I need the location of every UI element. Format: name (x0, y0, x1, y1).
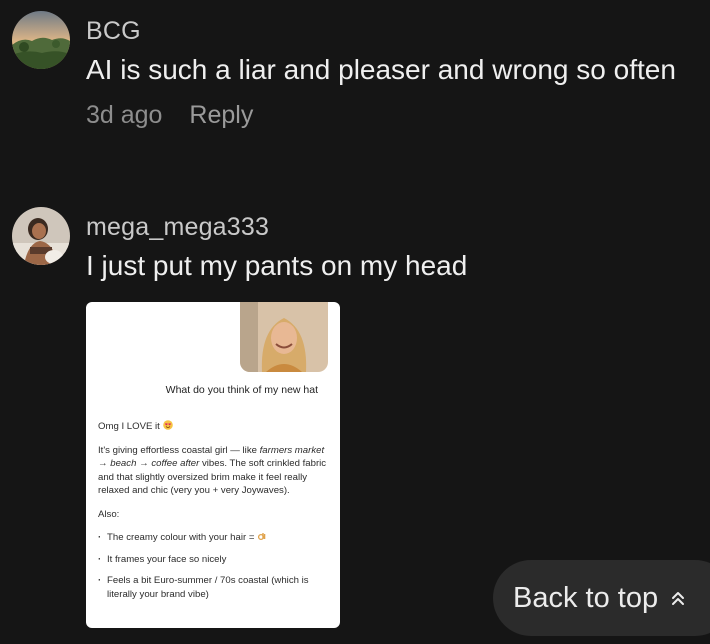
chat-question: What do you think of my new hat (165, 384, 318, 396)
list-item: Feels a bit Euro-summer / 70s coastal (w… (98, 574, 332, 601)
reply-intro-text: Omg I LOVE it (98, 421, 160, 432)
comment-timestamp: 3d ago (86, 101, 163, 129)
landscape-avatar-icon (12, 11, 70, 69)
list-item-text: It frames your face so nicely (107, 553, 227, 565)
heart-eyes-emoji-icon (162, 420, 173, 430)
comments-page: BCG AI is such a liar and pleaser and wr… (0, 0, 710, 644)
list-item-text: The creamy colour with your hair = (107, 532, 255, 543)
reply-paragraph-text: It's giving effortless coastal girl — li… (98, 444, 257, 456)
attached-image[interactable]: What do you think of my new hat Omg I LO… (86, 302, 340, 628)
avatar[interactable] (12, 207, 70, 265)
comment-text: AI is such a liar and pleaser and wrong … (86, 54, 676, 85)
comment-meta: 3d ago Reply (86, 101, 253, 130)
ok-hand-emoji-icon (257, 531, 267, 541)
list-item-text: Feels a bit Euro-summer / 70s coastal (w… (107, 575, 309, 600)
selfie-photo-icon (240, 302, 328, 372)
also-label: Also: (98, 508, 120, 520)
comment-username[interactable]: mega_mega333 (86, 213, 269, 242)
back-to-top-label: Back to top (513, 581, 659, 614)
avatar[interactable] (12, 11, 70, 69)
reply-button[interactable]: Reply (189, 101, 253, 129)
list-item: It frames your face so nicely (98, 553, 332, 567)
comment-username[interactable]: BCG (86, 17, 141, 46)
reply-intro: Omg I LOVE it (98, 420, 332, 434)
double-chevron-up-icon (670, 589, 686, 607)
back-to-top-button[interactable]: Back to top (493, 560, 710, 636)
reply-bullet-list: The creamy colour with your hair = It fr… (98, 531, 332, 601)
chat-reply: Omg I LOVE it It's giving effortless coa… (98, 420, 332, 609)
reply-paragraph: It's giving effortless coastal girl — li… (98, 444, 332, 498)
selfie-photo (240, 302, 328, 372)
comment-text: I just put my pants on my head (86, 250, 468, 281)
list-item: The creamy colour with your hair = (98, 531, 332, 545)
person-avatar-icon (12, 207, 70, 265)
